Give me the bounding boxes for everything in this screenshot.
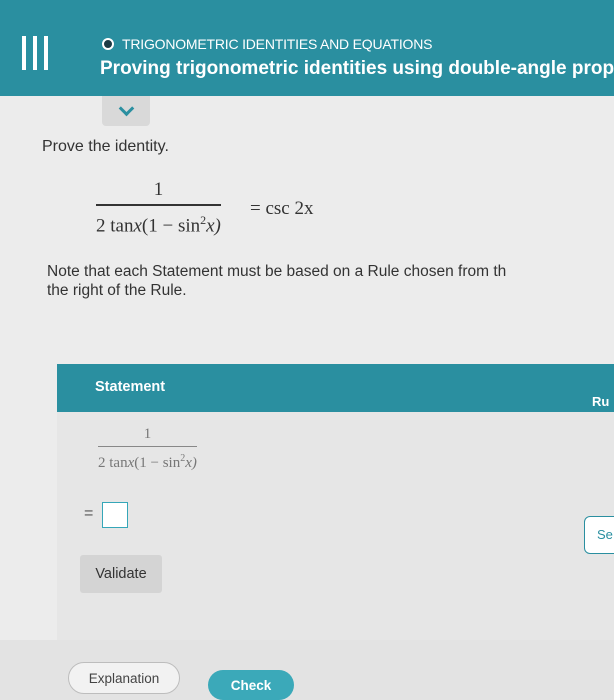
validate-button[interactable]: Validate — [80, 555, 162, 593]
statement-answer-input[interactable] — [102, 502, 128, 528]
identity-fraction: 1 2 tanx(1 − sin2x) — [96, 178, 221, 238]
check-button[interactable]: Check — [208, 670, 294, 700]
identity-rhs: = csc 2x — [250, 198, 314, 219]
equals-sign: = — [84, 505, 94, 522]
topic-label: TRIGONOMETRIC IDENTITIES AND EQUATIONS — [122, 36, 433, 52]
select-rule-button[interactable]: Se — [584, 516, 614, 554]
instruction-note: Note that each Statement must be based o… — [47, 263, 507, 299]
statement-column-header: Statement — [95, 379, 166, 395]
page-title: Proving trigonometric identities using d… — [100, 58, 614, 79]
menu-icon[interactable] — [22, 36, 50, 70]
explanation-button[interactable]: Explanation — [68, 662, 180, 694]
statement-table-header: Statement Ru — [57, 364, 614, 412]
top-header: TRIGONOMETRIC IDENTITIES AND EQUATIONS P… — [0, 0, 614, 96]
topic-line: TRIGONOMETRIC IDENTITIES AND EQUATIONS — [102, 36, 432, 52]
identity-numerator: 1 — [153, 179, 164, 200]
expand-header-button[interactable] — [102, 96, 150, 126]
first-statement-expression: 1 2 tanx(1 − sin2x) — [98, 426, 197, 471]
identity-denominator: 2 tanx(1 − sin2x) — [96, 212, 221, 236]
topic-status-icon — [102, 38, 114, 50]
fraction-bar — [96, 204, 221, 206]
problem-prompt: Prove the identity. — [42, 138, 169, 155]
chevron-down-icon — [118, 100, 134, 117]
rule-column-header: Ru — [592, 394, 610, 409]
